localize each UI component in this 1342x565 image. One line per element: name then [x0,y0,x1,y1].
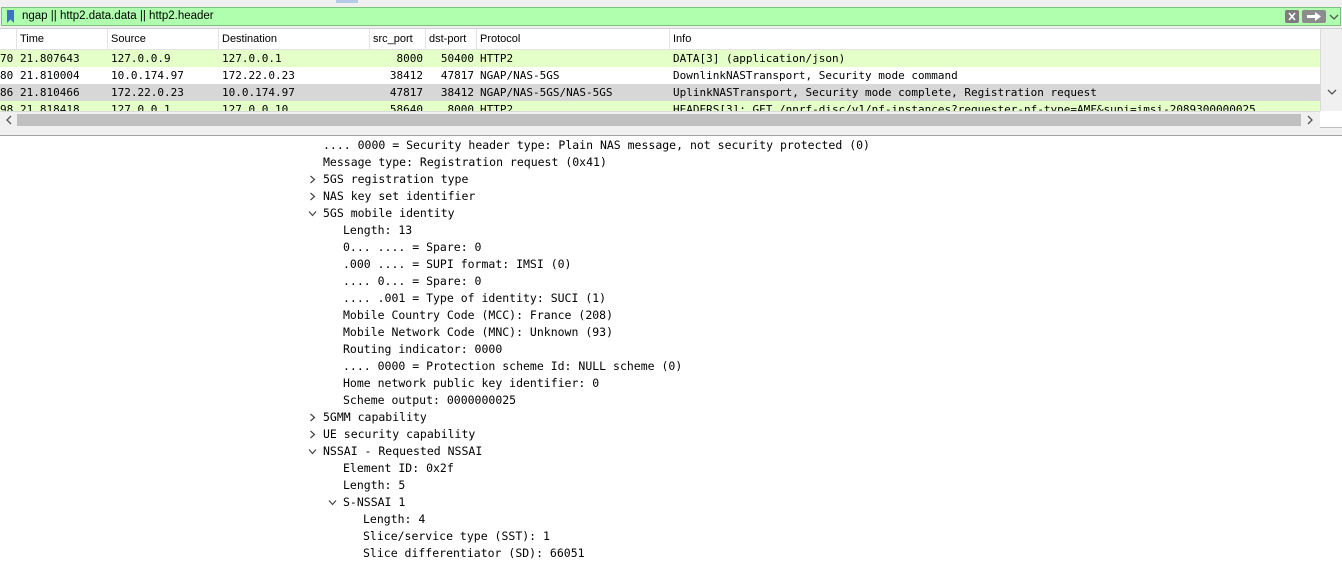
packet-protocol: HTTP2 [480,52,514,65]
detail-tree-item[interactable]: Scheme output: 0000000025 [343,392,516,409]
packet-info: UplinkNASTransport, Security mode comple… [673,86,1097,99]
packet-destination: 172.22.0.23 [222,69,295,82]
expanded-arrow-icon[interactable] [308,209,317,218]
detail-tree-item[interactable]: 5GMM capability [323,409,427,426]
packet-src-port: 58640 [389,103,423,111]
display-filter-box[interactable] [1,7,1341,26]
packet-source: 127.0.0.9 [111,52,171,65]
detail-tree-item[interactable]: Slice/service type (SST): 1 [363,528,550,545]
packet-time: 21.810466 [20,86,80,99]
detail-tree-item[interactable]: Home network public key identifier: 0 [343,375,599,392]
packet-destination: 127.0.0.10 [222,103,289,111]
packet-no: 70 [0,52,14,65]
packet-dst-port: 47817 [440,69,474,82]
packet-list: Time Source Destination src_port dst-por… [0,29,1342,128]
collapsed-arrow-icon[interactable] [308,430,317,439]
detail-tree-item[interactable]: Mobile Country Code (MCC): France (208) [343,307,613,324]
toolbar-highlight [336,0,358,3]
packet-destination: 10.0.174.97 [222,86,295,99]
packet-info: DownlinkNASTransport, Security mode comm… [673,69,958,82]
packet-row[interactable]: 98 21.818418 127.0.0.1 127.0.0.10 58640 … [0,101,1320,111]
detail-tree-item[interactable]: .... 0000 = Security header type: Plain … [323,137,870,154]
packet-source: 172.22.0.23 [111,86,184,99]
collapsed-arrow-icon[interactable] [308,192,317,201]
detail-tree-item[interactable]: Message type: Registration request (0x41… [323,154,607,171]
packet-source: 127.0.0.1 [111,103,171,111]
detail-tree-item[interactable]: UE security capability [323,426,475,443]
detail-tree-item[interactable]: .... 0000 = Protection scheme Id: NULL s… [343,358,682,375]
apply-arrow-icon [1307,12,1321,21]
packet-no: 80 [0,69,14,82]
detail-tree-item[interactable]: S-NSSAI 1 [343,494,405,511]
packet-list-horizontal-scrollbar[interactable] [0,111,1320,128]
packet-info: DATA[3] (application/json) [673,52,846,65]
packet-no: 86 [0,86,14,99]
column-header-source[interactable]: Source [108,29,219,50]
clear-filter-button[interactable] [1285,10,1299,23]
scroll-down-icon[interactable] [1327,87,1337,97]
apply-filter-button[interactable] [1302,10,1326,23]
packet-source: 10.0.174.97 [111,69,184,82]
packet-list-vertical-scrollbar[interactable] [1320,29,1342,111]
pane-splitter[interactable] [0,128,1342,136]
packet-protocol: HTTP2 [480,103,514,111]
packet-src-port: 8000 [396,52,424,65]
packet-src-port: 38412 [389,69,423,82]
column-header-dst-port[interactable]: dst-port [426,29,477,50]
packet-row[interactable]: 86 21.810466 172.22.0.23 10.0.174.97 478… [0,84,1320,101]
detail-tree-item[interactable]: Length: 13 [343,222,412,239]
display-filter-input[interactable] [22,8,1222,25]
scroll-left-icon[interactable] [4,115,14,125]
packet-row[interactable]: 80 21.810004 10.0.174.97 172.22.0.23 384… [0,67,1320,84]
detail-tree-item[interactable]: .000 .... = SUPI format: IMSI (0) [343,256,571,273]
detail-tree-item[interactable]: .... 0... = Spare: 0 [343,273,481,290]
column-header-protocol[interactable]: Protocol [477,29,670,50]
packet-row[interactable]: 70 21.807643 127.0.0.9 127.0.0.1 8000 50… [0,50,1320,67]
packet-details-pane: .... 0000 = Security header type: Plain … [0,137,1342,565]
expanded-arrow-icon[interactable] [308,447,317,456]
column-header-no[interactable] [0,29,17,50]
detail-tree-item[interactable]: Mobile Network Code (MNC): Unknown (93) [343,324,613,341]
packet-time: 21.818418 [20,103,80,111]
column-header-destination[interactable]: Destination [219,29,370,50]
column-header-info[interactable]: Info [670,29,1320,50]
packet-src-port: 47817 [389,86,423,99]
detail-tree-item[interactable]: Routing indicator: 0000 [343,341,502,358]
display-filter-toolbar [0,0,1342,29]
dropdown-arrow-icon[interactable] [1329,12,1339,22]
scroll-right-icon[interactable] [1305,115,1315,125]
packet-info: HEADERS[3]: GET /nnrf-disc/v1/nf-instanc… [673,103,1263,111]
detail-tree-item[interactable]: Element ID: 0x2f [343,460,454,477]
column-header-src-port[interactable]: src_port [370,29,426,50]
packet-time: 21.810004 [20,69,80,82]
detail-tree-item[interactable]: NSSAI - Requested NSSAI [323,443,482,460]
detail-tree-item[interactable]: 5GS registration type [323,171,468,188]
packet-no: 98 [0,103,14,111]
collapsed-arrow-icon[interactable] [308,175,317,184]
packet-dst-port: 38412 [440,86,474,99]
packet-protocol: NGAP/NAS-5GS/NAS-5GS [480,86,613,99]
detail-tree-item[interactable]: Length: 5 [343,477,405,494]
clear-icon [1288,12,1296,21]
column-header-time[interactable]: Time [17,29,108,50]
expanded-arrow-icon[interactable] [328,498,337,507]
detail-tree-item[interactable]: 0... .... = Spare: 0 [343,239,481,256]
detail-tree-item[interactable]: Slice differentiator (SD): 66051 [363,545,585,562]
packet-destination: 127.0.0.1 [222,52,282,65]
bookmark-icon[interactable] [6,10,15,23]
packet-dst-port: 8000 [447,103,475,111]
packet-list-header: Time Source Destination src_port dst-por… [0,29,1320,50]
detail-tree-item[interactable]: NAS key set identifier [323,188,475,205]
packet-dst-port: 50400 [440,52,474,65]
packet-protocol: NGAP/NAS-5GS [480,69,560,82]
packet-time: 21.807643 [20,52,80,65]
scrollbar-thumb[interactable] [17,114,1301,126]
detail-tree-item[interactable]: 5GS mobile identity [323,205,455,222]
detail-tree-item[interactable]: .... .001 = Type of identity: SUCI (1) [343,290,606,307]
collapsed-arrow-icon[interactable] [308,413,317,422]
detail-tree-item[interactable]: Length: 4 [363,511,425,528]
